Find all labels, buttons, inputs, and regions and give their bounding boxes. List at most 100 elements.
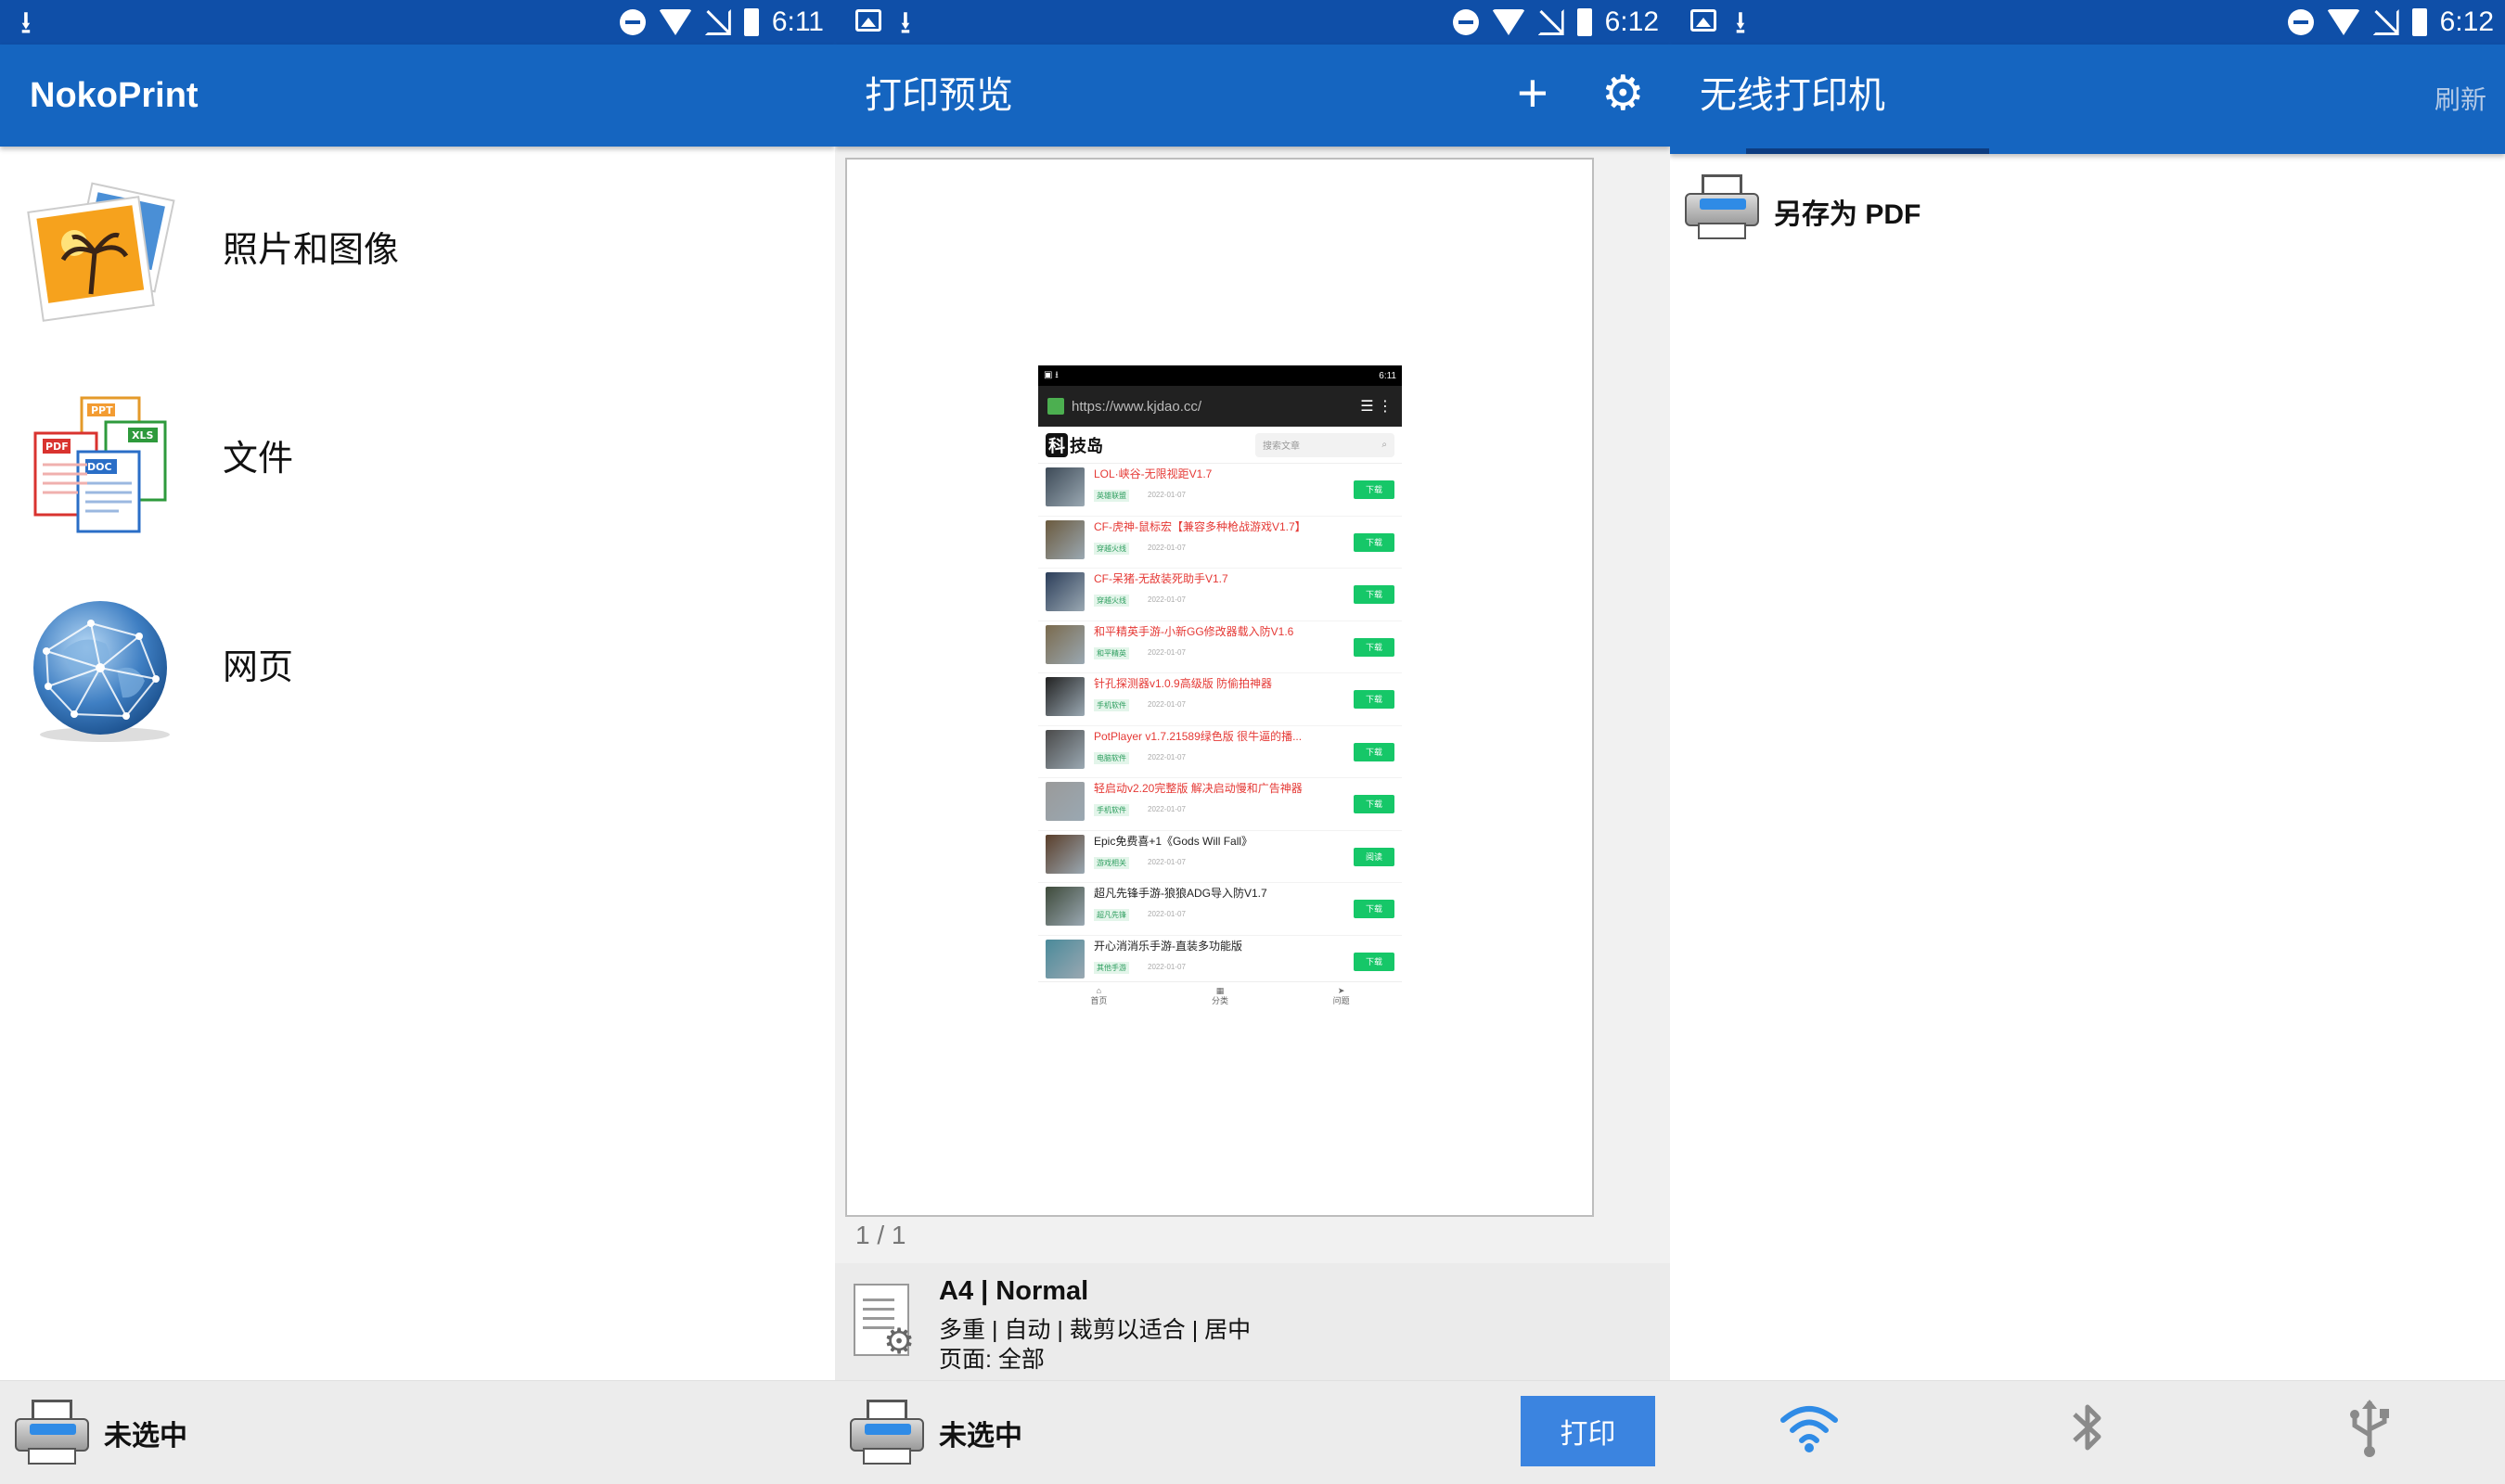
printer-icon	[15, 1400, 89, 1466]
settings-gear-icon[interactable]: ⚙	[1601, 69, 1645, 119]
mini-list-item: 开心消消乐手游-直装多功能版 其他手游 2022-01-07 下载	[1038, 936, 1402, 988]
download-icon: ⭳	[900, 6, 911, 41]
print-button[interactable]: 打印	[1521, 1396, 1655, 1466]
mini-item-action: 下载	[1354, 795, 1394, 813]
mini-logo-mark: 科	[1046, 432, 1068, 457]
status-time: 6:12	[1604, 6, 1659, 37]
mini-item-action: 下载	[1354, 585, 1394, 604]
printer-icon[interactable]	[850, 1400, 924, 1466]
mini-thumbnail	[1046, 677, 1085, 716]
mini-item-tag: 英雄联盟	[1094, 490, 1129, 502]
mini-thumbnail	[1046, 939, 1085, 979]
bluetooth-icon[interactable]	[2069, 1400, 2106, 1471]
mini-item-date: 2022-01-07	[1148, 857, 1186, 866]
mini-thumbnail	[1046, 519, 1085, 559]
page-settings-row[interactable]: ⚙ A4 | Normal 多重 | 自动 | 裁剪以适合 | 居中 页面: 全…	[835, 1263, 1670, 1382]
battery-icon	[743, 8, 759, 36]
selected-printer-label[interactable]: 未选中	[939, 1413, 1022, 1453]
status-time: 6:11	[771, 6, 824, 37]
dnd-icon	[619, 9, 646, 35]
download-icon: ⭳	[1735, 6, 1746, 41]
battery-icon	[2411, 8, 2427, 36]
dnd-icon	[2287, 9, 2314, 35]
mini-item-tag: 电脑软件	[1094, 751, 1129, 764]
menu-item-web[interactable]: 网页	[0, 575, 835, 761]
app-bar: 无线打印机 刷新	[1670, 45, 2505, 154]
mini-item-action: 下载	[1354, 742, 1394, 761]
app-bar: 打印预览 + ⚙	[835, 45, 1670, 147]
mini-logo: 科 技岛	[1046, 432, 1103, 457]
no-signal-icon	[705, 9, 731, 35]
mini-thumbnail	[1046, 467, 1085, 506]
mini-item-title: 针孔探测器v1.0.9高级版 防偷拍神器	[1094, 677, 1273, 690]
menu-label: 文件	[223, 440, 294, 479]
connection-tabs	[1670, 1380, 2505, 1484]
mini-search: 搜索文章 ⌕	[1255, 432, 1394, 457]
download-icon: ⭳	[20, 6, 32, 41]
print-preview-page[interactable]: ▣ ⭳ 6:11 https://www.kjdao.cc/ ☰ ⋮ 科 技岛 …	[845, 158, 1594, 1217]
mini-header: 科 技岛 搜索文章 ⌕	[1038, 427, 1402, 464]
mini-list: LOL·峡谷-无限视距V1.7 英雄联盟 2022-01-07 下载 CF-虎神-鼠标宏…	[1038, 464, 1402, 988]
mini-url-bar: https://www.kjdao.cc/ ☰ ⋮	[1038, 386, 1402, 427]
mini-item-action: 下载	[1354, 690, 1394, 709]
mini-list-item: CF-虎神-鼠标宏【兼容多种枪战游戏V1.7】 穿越火线 2022-01-07 下载	[1038, 517, 1402, 569]
page-title: 无线打印机	[1700, 75, 1885, 116]
mini-item-action: 下载	[1354, 952, 1394, 971]
mini-item-action: 下载	[1354, 532, 1394, 552]
wifi-icon[interactable]	[1779, 1401, 1839, 1469]
usb-icon[interactable]	[2347, 1398, 2392, 1473]
mini-list-item: CF-呆猪-无敌装死助手V1.7 穿越火线 2022-01-07 下载	[1038, 569, 1402, 621]
mini-item-action: 下载	[1354, 900, 1394, 918]
refresh-button[interactable]: 刷新	[2434, 80, 2486, 117]
mini-thumbnail	[1046, 729, 1085, 769]
preview-screenshot: ▣ ⭳ 6:11 https://www.kjdao.cc/ ☰ ⋮ 科 技岛 …	[1038, 365, 1402, 1009]
wifi-signal-icon	[2326, 9, 2360, 35]
add-icon[interactable]: +	[1517, 67, 1548, 121]
wifi-signal-icon	[1491, 9, 1525, 35]
printer-selector[interactable]: 未选中	[0, 1380, 835, 1484]
svg-text:XLS: XLS	[132, 429, 153, 441]
printer-item-save-pdf[interactable]: 另存为 PDF	[1670, 163, 2505, 252]
mini-item-title: CF-呆猪-无敌装死助手V1.7	[1094, 572, 1228, 585]
printer-item-label: 另存为 PDF	[1774, 199, 1921, 230]
mini-list-item: PotPlayer v1.7.21589绿色版 很牛逼的播... 电脑软件 2022…	[1038, 726, 1402, 778]
mini-item-title: 开心消消乐手游-直装多功能版	[1094, 939, 1242, 953]
menu-item-photos[interactable]: 照片和图像	[0, 158, 835, 343]
mini-item-title: CF-虎神-鼠标宏【兼容多种枪战游戏V1.7】	[1094, 519, 1306, 533]
mini-url: https://www.kjdao.cc/	[1072, 398, 1202, 415]
mini-item-date: 2022-01-07	[1148, 647, 1186, 657]
printer-bar: 未选中 打印	[835, 1380, 1670, 1484]
selected-printer-label: 未选中	[104, 1421, 187, 1452]
mini-item-date: 2022-01-07	[1148, 805, 1186, 813]
svg-text:PPT: PPT	[91, 404, 113, 416]
mini-list-item: 超凡先锋手游-狼狼ADG导入防V1.7 超凡先锋 2022-01-07 下载	[1038, 883, 1402, 936]
mini-site-icon	[1047, 398, 1064, 415]
layout-summary: 多重 | 自动 | 裁剪以适合 | 居中	[939, 1317, 1252, 1343]
mini-list-item: 轻启动v2.20完整版 解决启动慢和广告神器 手机软件 2022-01-07 下载	[1038, 778, 1402, 831]
mini-time: 6:11	[1379, 370, 1396, 381]
mini-thumbnail	[1046, 572, 1085, 611]
mini-list-item: LOL·峡谷-无限视距V1.7 英雄联盟 2022-01-07 下载	[1038, 464, 1402, 517]
mini-item-date: 2022-01-07	[1148, 595, 1186, 604]
wifi-signal-icon	[658, 9, 692, 35]
mini-item-tag: 穿越火线	[1094, 542, 1129, 555]
gallery-icon	[855, 9, 881, 32]
mini-item-title: 轻启动v2.20完整版 解决启动慢和广告神器	[1094, 782, 1303, 795]
gallery-icon	[1690, 9, 1716, 32]
mini-list-item: 针孔探测器v1.0.9高级版 防偷拍神器 手机软件 2022-01-07 下载	[1038, 673, 1402, 726]
mini-thumbnail	[1046, 782, 1085, 821]
mini-nav-question: ➤ 问题	[1332, 985, 1350, 1005]
page-title: 打印预览	[865, 75, 1013, 116]
mini-thumbnail	[1046, 624, 1085, 664]
mini-item-date: 2022-01-07	[1148, 962, 1186, 971]
no-signal-icon	[1538, 9, 1564, 35]
photos-icon	[26, 178, 184, 326]
mini-item-title: PotPlayer v1.7.21589绿色版 很牛逼的播...	[1094, 729, 1303, 743]
tab-indicator	[1746, 148, 1989, 154]
menu-item-files[interactable]: PPT XLS PDF DOC 文件	[0, 366, 835, 552]
files-icon: PPT XLS PDF DOC	[26, 387, 184, 535]
mini-item-date: 2022-01-07	[1148, 491, 1186, 499]
mini-item-date: 2022-01-07	[1148, 543, 1186, 552]
mini-list-item: Epic免费喜+1《Gods Will Fall》 游戏相关 2022-01-07 阅…	[1038, 831, 1402, 883]
paper-summary: A4 | Normal	[939, 1276, 1089, 1306]
